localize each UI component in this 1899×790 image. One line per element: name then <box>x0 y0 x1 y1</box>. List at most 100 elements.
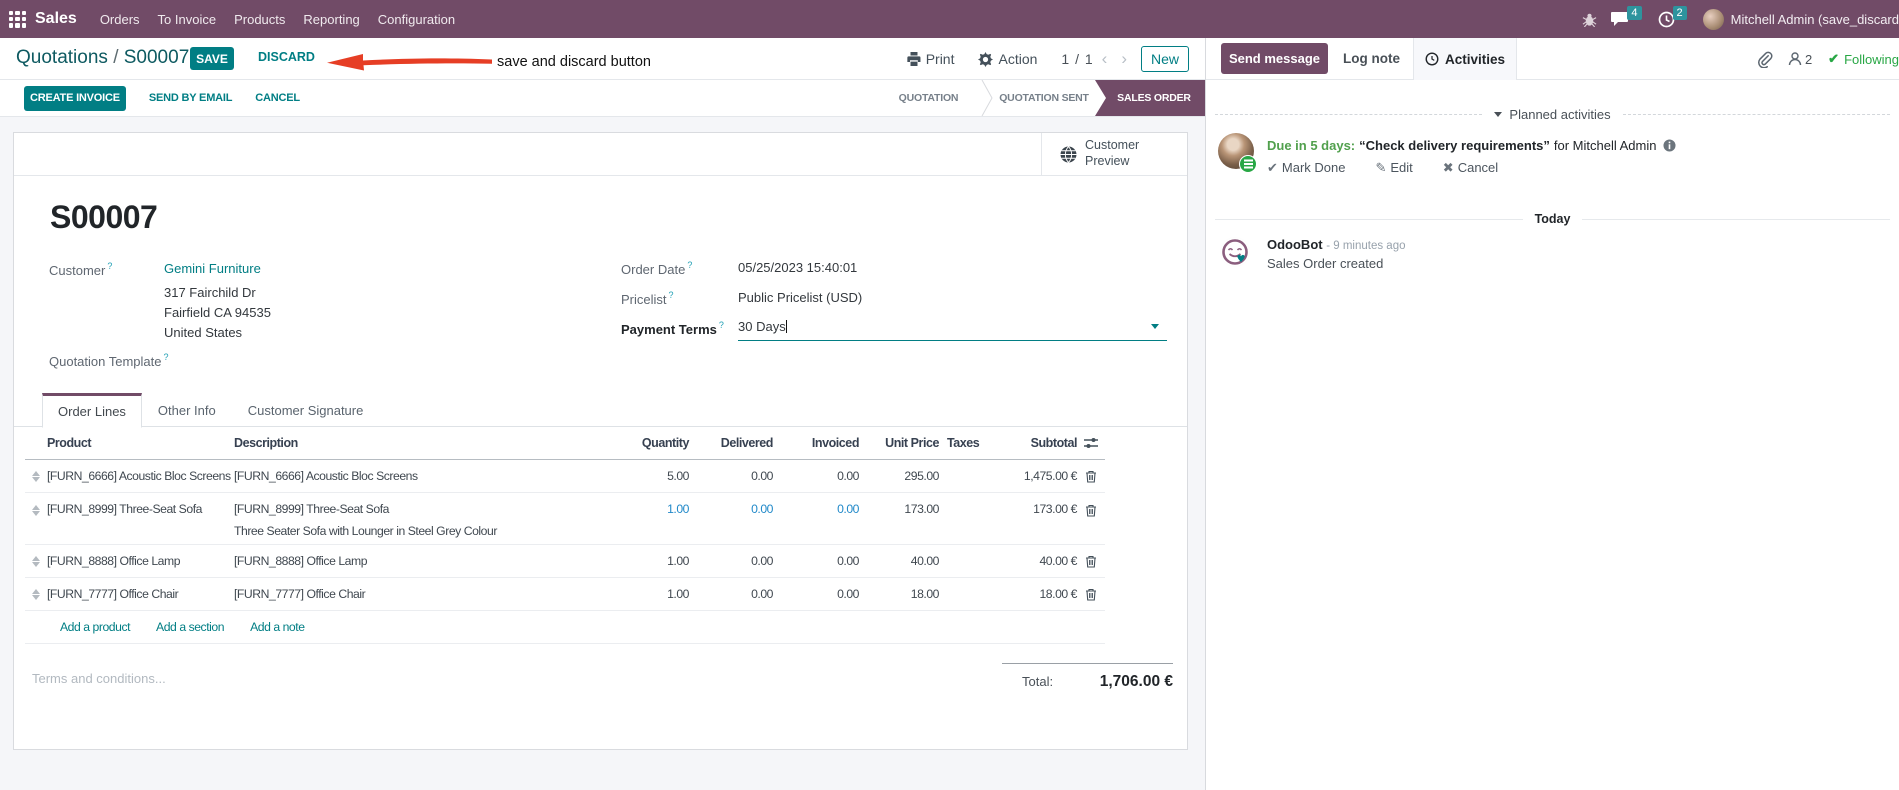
delete-row-icon[interactable] <box>1077 555 1105 568</box>
caret-down-icon <box>1494 112 1503 117</box>
cancel-activity-button[interactable]: ✖ Cancel <box>1443 160 1498 176</box>
table-row[interactable]: [FURN_8999] Three-Seat Sofa [FURN_8999] … <box>25 493 1105 545</box>
discard-button[interactable]: DISCARD <box>258 50 315 64</box>
customer-label: Customer? <box>49 261 113 278</box>
activities-badge: 2 <box>1672 6 1687 20</box>
nav-item-to-invoice[interactable]: To Invoice <box>149 12 226 27</box>
form-sheet: Customer Preview S00007 Customer? Gemini… <box>13 132 1188 750</box>
stage-quotation-sent[interactable]: QUOTATION SENT <box>993 80 1095 116</box>
col-taxes[interactable]: Taxes <box>939 436 1007 450</box>
activity-due: Due in 5 days: <box>1267 138 1356 153</box>
followers-icon[interactable] <box>1787 51 1803 67</box>
stage-separator-icon <box>981 80 993 116</box>
drag-handle-icon[interactable] <box>25 555 47 567</box>
nav-item-reporting[interactable]: Reporting <box>294 12 368 27</box>
cancel-button[interactable]: CANCEL <box>255 92 300 104</box>
chatter-panel: Send message Log note Activities 2 ✔ Fol… <box>1206 38 1899 790</box>
activities-tab[interactable]: Activities <box>1413 38 1517 80</box>
drag-handle-icon[interactable] <box>25 588 47 600</box>
pager-next-icon[interactable]: › <box>1121 49 1127 69</box>
gear-icon <box>978 51 994 67</box>
nav-item-configuration[interactable]: Configuration <box>369 12 464 27</box>
action-button[interactable]: Action <box>978 51 1037 67</box>
activities-clock-icon[interactable]: 2 <box>1658 6 1689 28</box>
send-by-email-button[interactable]: SEND BY EMAIL <box>149 92 233 104</box>
order-date-label: Order Date? <box>621 260 693 277</box>
col-invoiced[interactable]: Invoiced <box>773 436 860 450</box>
messages-icon[interactable]: 4 <box>1611 6 1643 27</box>
followers-count[interactable]: 2 <box>1805 52 1812 67</box>
message-author[interactable]: OdooBot <box>1267 237 1323 252</box>
customer-address-line2: Fairfield CA 94535 <box>164 305 271 320</box>
new-button[interactable]: New <box>1141 46 1189 72</box>
col-description[interactable]: Description <box>234 436 601 450</box>
info-icon[interactable] <box>1663 139 1676 152</box>
tab-customer-signature[interactable]: Customer Signature <box>232 393 380 428</box>
print-button[interactable]: Print <box>907 51 954 67</box>
app-name[interactable]: Sales <box>35 10 77 28</box>
print-icon <box>907 52 921 66</box>
annotation-text: save and discard button <box>497 54 651 70</box>
optional-columns-icon[interactable] <box>1077 437 1105 449</box>
button-box: Customer Preview <box>14 133 1187 176</box>
odoobot-avatar <box>1220 237 1250 267</box>
nav-item-products[interactable]: Products <box>225 12 294 27</box>
drag-handle-icon[interactable] <box>25 470 47 482</box>
planned-activities-toggle[interactable]: Planned activities <box>1482 107 1622 122</box>
terms-placeholder[interactable]: Terms and conditions... <box>32 671 166 686</box>
table-row[interactable]: [FURN_8888] Office Lamp [FURN_8888] Offi… <box>25 545 1105 578</box>
customer-value-link[interactable]: Gemini Furniture <box>164 261 271 276</box>
debug-bug-icon[interactable] <box>1582 12 1597 27</box>
payment-terms-input[interactable]: 30 Days <box>738 319 1167 341</box>
breadcrumb-quotations-link[interactable]: Quotations <box>16 47 108 68</box>
stage-sales-order[interactable]: SALES ORDER <box>1095 80 1205 116</box>
breadcrumb-separator: / <box>113 47 119 68</box>
following-button[interactable]: ✔ Following <box>1828 51 1899 67</box>
col-unit-price[interactable]: Unit Price <box>859 436 939 450</box>
send-message-button[interactable]: Send message <box>1221 43 1328 74</box>
pager-prev-icon[interactable]: ‹ <box>1102 49 1108 69</box>
text-cursor <box>785 320 787 333</box>
delete-row-icon[interactable] <box>1077 470 1105 483</box>
customer-preview-button[interactable]: Customer Preview <box>1041 133 1187 175</box>
tab-order-lines[interactable]: Order Lines <box>42 393 142 428</box>
attachment-paperclip-icon[interactable] <box>1756 51 1773 68</box>
log-note-button[interactable]: Log note <box>1343 51 1400 66</box>
order-reference-title: S00007 <box>50 199 158 235</box>
breadcrumb-current: S00007 <box>123 47 190 68</box>
dropdown-caret-icon[interactable] <box>1151 324 1159 329</box>
delete-row-icon[interactable] <box>1077 588 1105 601</box>
col-subtotal[interactable]: Subtotal <box>1007 436 1078 450</box>
table-row[interactable]: [FURN_7777] Office Chair [FURN_7777] Off… <box>25 578 1105 611</box>
add-a-note-link[interactable]: Add a note <box>250 620 305 634</box>
check-icon: ✔ <box>1828 51 1840 66</box>
total-label: Total: <box>1022 674 1054 689</box>
table-row[interactable]: [FURN_6666] Acoustic Bloc Screens [FURN_… <box>25 460 1105 493</box>
col-delivered[interactable]: Delivered <box>689 436 774 450</box>
pricelist-value[interactable]: Public Pricelist (USD) <box>738 290 862 305</box>
add-a-product-link[interactable]: Add a product <box>60 620 130 634</box>
clock-icon <box>1425 52 1439 66</box>
table-header-row: Product Description Quantity Delivered I… <box>25 427 1105 460</box>
save-button[interactable]: SAVE <box>190 47 234 70</box>
message-item: OdooBot - 9 minutes ago Sales Order crea… <box>1220 237 1405 271</box>
col-quantity[interactable]: Quantity <box>601 436 690 450</box>
pencil-icon: ✎ <box>1375 160 1387 175</box>
today-divider: Today <box>1215 212 1891 226</box>
add-a-section-link[interactable]: Add a section <box>156 620 224 634</box>
apps-grid-icon[interactable] <box>9 10 26 28</box>
nav-item-orders[interactable]: Orders <box>91 12 149 27</box>
user-avatar[interactable] <box>1702 8 1724 30</box>
create-invoice-button[interactable]: CREATE INVOICE <box>24 85 126 111</box>
user-name[interactable]: Mitchell Admin (save_discard <box>1731 12 1899 27</box>
drag-handle-icon[interactable] <box>25 497 47 516</box>
form-view-region: Quotations / S00007 SAVE DISCARD save an… <box>0 38 1205 790</box>
delete-row-icon[interactable] <box>1077 497 1105 517</box>
stage-quotation[interactable]: QUOTATION <box>876 80 981 116</box>
col-product[interactable]: Product <box>47 436 234 450</box>
tab-other-info[interactable]: Other Info <box>142 393 232 428</box>
order-date-value[interactable]: 05/25/2023 15:40:01 <box>738 260 857 275</box>
edit-activity-button[interactable]: ✎ Edit <box>1375 160 1412 176</box>
mark-done-button[interactable]: ✔ Mark Done <box>1267 160 1345 176</box>
activity-assignee: for Mitchell Admin <box>1553 138 1657 153</box>
